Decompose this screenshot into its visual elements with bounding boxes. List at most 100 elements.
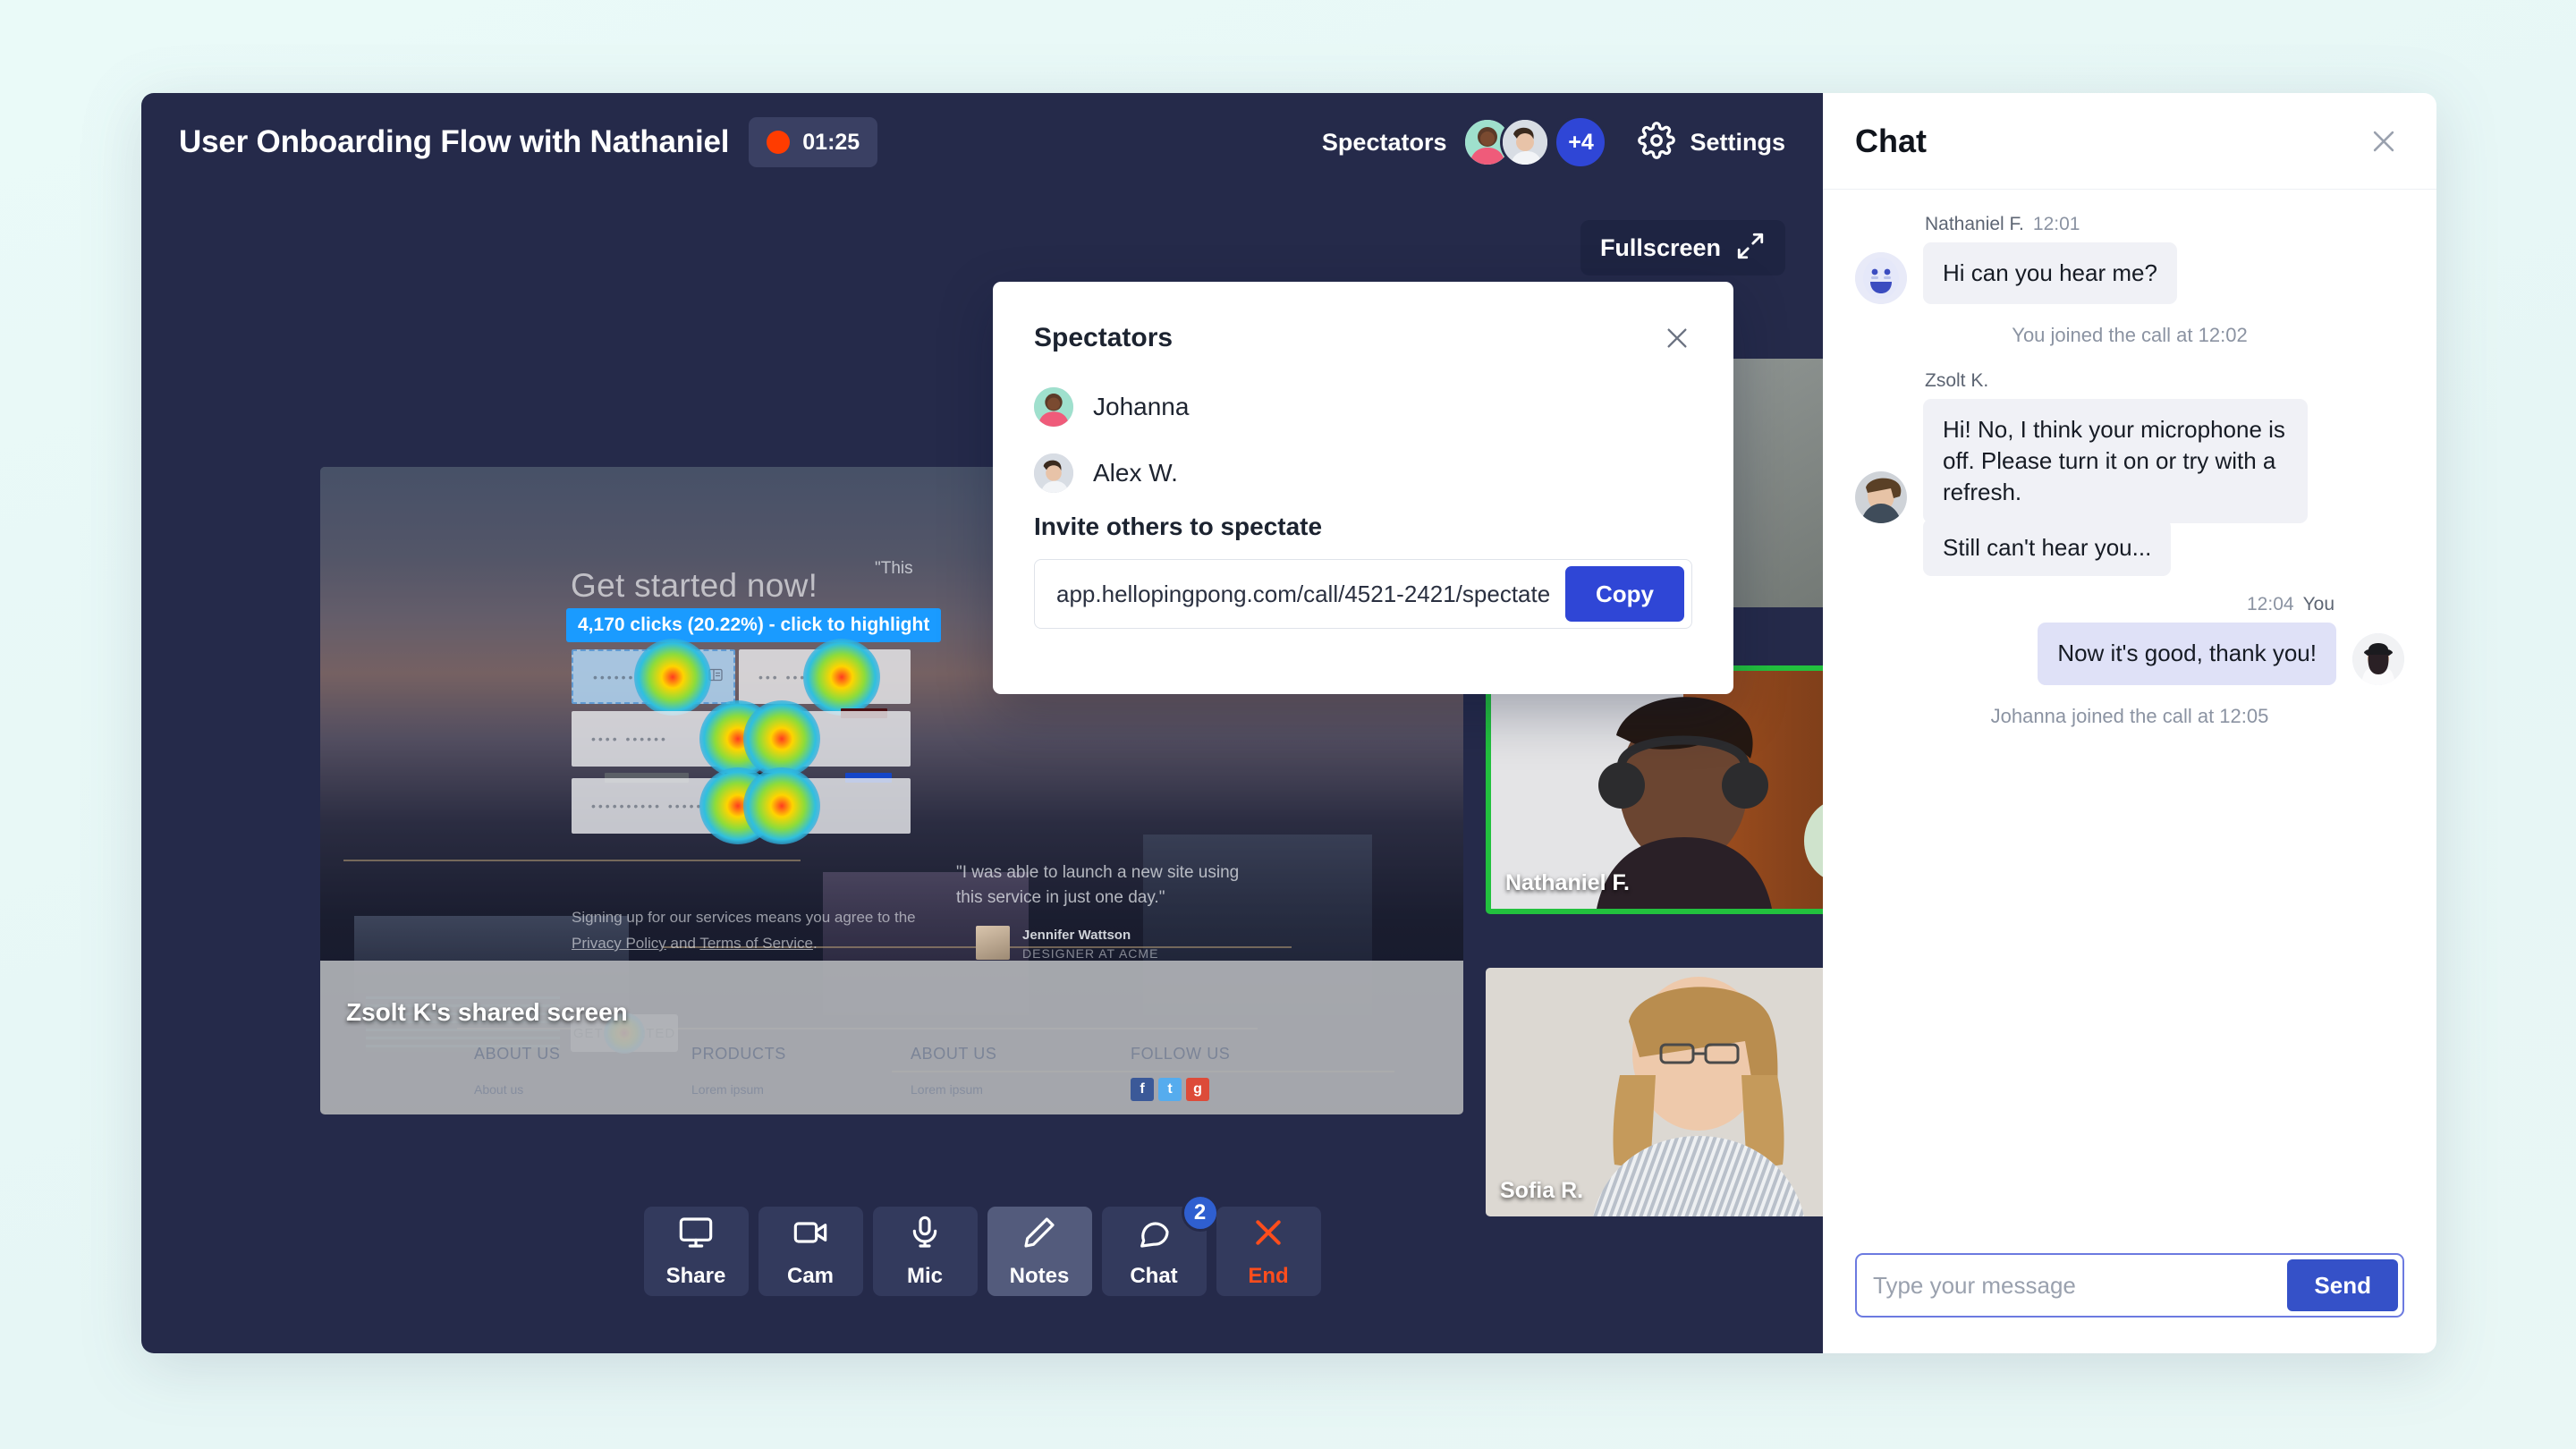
- video-tile-sofia[interactable]: Sofia R.: [1486, 968, 1823, 1216]
- chat-message-line: Now it's good, thank you!: [1855, 623, 2404, 685]
- field-placeholder: •••••••••• •••••: [591, 799, 704, 813]
- chat-time: 12:01: [2032, 214, 2080, 234]
- close-icon[interactable]: [2363, 121, 2404, 162]
- spectators-modal: Spectators Johanna Alex W. Invite others…: [993, 282, 1733, 694]
- shared-screen-label: Zsolt K's shared screen: [346, 998, 628, 1026]
- settings-label: Settings: [1690, 128, 1785, 156]
- legal-and: and: [670, 935, 696, 952]
- chat-button[interactable]: 2 Chat: [1101, 1194, 1219, 1296]
- mic-button[interactable]: Mic: [872, 1207, 978, 1296]
- spectators-button[interactable]: Spectators +4: [1322, 115, 1608, 169]
- topbar-actions: Spectators +4 Settings: [1322, 115, 1785, 169]
- form-field-row-1[interactable]: •••••• •: [572, 638, 735, 716]
- send-button[interactable]: Send: [2287, 1259, 2398, 1311]
- invite-url-input[interactable]: [1035, 580, 1565, 608]
- chat-message-line: Hi! No, I think your microphone is off. …: [1855, 399, 2404, 524]
- cam-label: Cam: [786, 1263, 835, 1288]
- footer-col-item[interactable]: About us: [474, 1082, 523, 1097]
- invite-section-label: Invite others to spectate: [1034, 513, 1323, 540]
- chat-message: Zsolt K. Hi! No, I think your microphone…: [1855, 370, 2404, 577]
- fullscreen-label: Fullscreen: [1599, 233, 1721, 261]
- chat-message-meta: 12:04 You: [1855, 594, 2334, 615]
- google-icon[interactable]: g: [1186, 1078, 1209, 1101]
- facebook-glyph: f: [1140, 1081, 1145, 1097]
- footer-col-heading: FOLLOW US: [1131, 1045, 1231, 1063]
- footer-col-heading: ABOUT US: [474, 1045, 561, 1063]
- chat-author: Zsolt K.: [1925, 370, 1989, 392]
- testimonial-role: DESIGNER AT ACME: [1022, 946, 1159, 961]
- terms-of-service-link[interactable]: Terms of Service: [699, 935, 813, 952]
- spectator-list-item-johanna[interactable]: Johanna: [1034, 387, 1189, 427]
- form-field-row-4[interactable]: •••••••••• •••••: [572, 767, 911, 844]
- avatar: [1500, 117, 1551, 167]
- record-dot-icon: [767, 131, 791, 154]
- shared-hero-heading: Get started now!: [571, 567, 818, 604]
- end-label: End: [1248, 1263, 1289, 1288]
- chat-message-input[interactable]: [1857, 1271, 2288, 1300]
- chat-author: You: [2302, 594, 2334, 615]
- legal-line-2: Privacy Policy and Terms of Service.: [572, 935, 818, 953]
- close-icon[interactable]: [1657, 318, 1698, 359]
- share-button[interactable]: Share: [643, 1207, 749, 1296]
- privacy-policy-link[interactable]: Privacy Policy: [572, 935, 666, 952]
- legal-period: .: [812, 935, 818, 952]
- settings-button[interactable]: Settings: [1638, 121, 1785, 164]
- footer-col-item[interactable]: Lorem ipsum: [911, 1082, 983, 1097]
- chat-header: Chat: [1823, 93, 2436, 190]
- bubble-icon: [1136, 1215, 1172, 1255]
- fullscreen-button[interactable]: Fullscreen: [1580, 220, 1785, 275]
- chat-author: Nathaniel F.: [1925, 214, 2024, 234]
- modal-title: Spectators: [1034, 323, 1174, 352]
- copy-button[interactable]: Copy: [1565, 566, 1684, 622]
- end-call-button[interactable]: End: [1216, 1207, 1321, 1296]
- chat-panel: Chat Nathaniel F. 12:01 Hi can you hear m…: [1823, 93, 2436, 1353]
- chat-title: Chat: [1855, 122, 1927, 159]
- notes-button[interactable]: Notes: [987, 1207, 1092, 1296]
- spectator-list-item-alex[interactable]: Alex W.: [1034, 453, 1178, 493]
- monitor-icon: [678, 1215, 714, 1255]
- testimonial-avatar: [976, 926, 1010, 960]
- chat-bubble: Hi can you hear me?: [1923, 242, 2177, 305]
- cam-button[interactable]: Cam: [758, 1207, 863, 1296]
- facebook-icon[interactable]: f: [1131, 1078, 1154, 1101]
- expand-icon: [1735, 231, 1766, 266]
- video-tile-nathaniel[interactable]: Nathaniel F.: [1486, 665, 1823, 914]
- x-icon: [1250, 1215, 1286, 1255]
- avatar: [1855, 471, 1907, 524]
- spectator-name: Johanna: [1093, 393, 1190, 420]
- notes-label: Notes: [1009, 1263, 1070, 1288]
- call-panel: User Onboarding Flow with Nathaniel 01:2…: [141, 93, 1823, 1353]
- mic-icon: [907, 1215, 943, 1255]
- footer-col-heading: ABOUT US: [911, 1045, 997, 1063]
- chat-message-list[interactable]: Nathaniel F. 12:01 Hi can you hear me? Yo…: [1823, 191, 2436, 1219]
- form-field-row-2[interactable]: ••• •••: [739, 638, 911, 716]
- chat-message-meta: Nathaniel F. 12:01: [1925, 214, 2404, 235]
- click-heatmap-badge[interactable]: 4,170 clicks (20.22%) - click to highlig…: [566, 608, 942, 642]
- avatar: [1034, 387, 1073, 427]
- avatar: [1855, 252, 1907, 305]
- shared-screen-footer: ABOUT US About us PRODUCTS Lorem ipsum A…: [320, 961, 1463, 1114]
- footer-col-item[interactable]: Lorem ipsum: [691, 1082, 764, 1097]
- chat-system-message: Johanna joined the call at 12:05: [1990, 704, 2269, 727]
- camera-icon: [792, 1215, 828, 1255]
- chat-label: Chat: [1130, 1263, 1178, 1288]
- twitter-glyph: t: [1167, 1081, 1173, 1097]
- spectator-avatar-stack: [1462, 117, 1551, 167]
- recording-timer: 01:25: [802, 129, 860, 155]
- share-label: Share: [665, 1263, 726, 1288]
- footer-col-heading: PRODUCTS: [691, 1045, 786, 1063]
- chat-unread-badge: 2: [1181, 1194, 1219, 1232]
- video-tile-name: Sofia R.: [1500, 1178, 1584, 1203]
- spectators-label: Spectators: [1321, 128, 1447, 156]
- field-placeholder: ••• •••: [758, 669, 808, 684]
- twitter-icon[interactable]: t: [1158, 1078, 1182, 1101]
- form-field-row-3[interactable]: •••• ••••••: [572, 700, 911, 777]
- chat-bubble: Now it's good, thank you!: [2038, 623, 2336, 685]
- recording-indicator: 01:25: [749, 117, 878, 167]
- chat-message: Nathaniel F. 12:01 Hi can you hear me?: [1855, 214, 2404, 305]
- chat-message-meta: Zsolt K.: [1925, 370, 2404, 392]
- testimonial-name: Jennifer Wattson: [1022, 928, 1131, 943]
- chat-bubble: Hi! No, I think your microphone is off. …: [1923, 399, 2308, 524]
- video-tile-name: Nathaniel F.: [1505, 870, 1630, 895]
- chat-time: 12:04: [2247, 594, 2294, 615]
